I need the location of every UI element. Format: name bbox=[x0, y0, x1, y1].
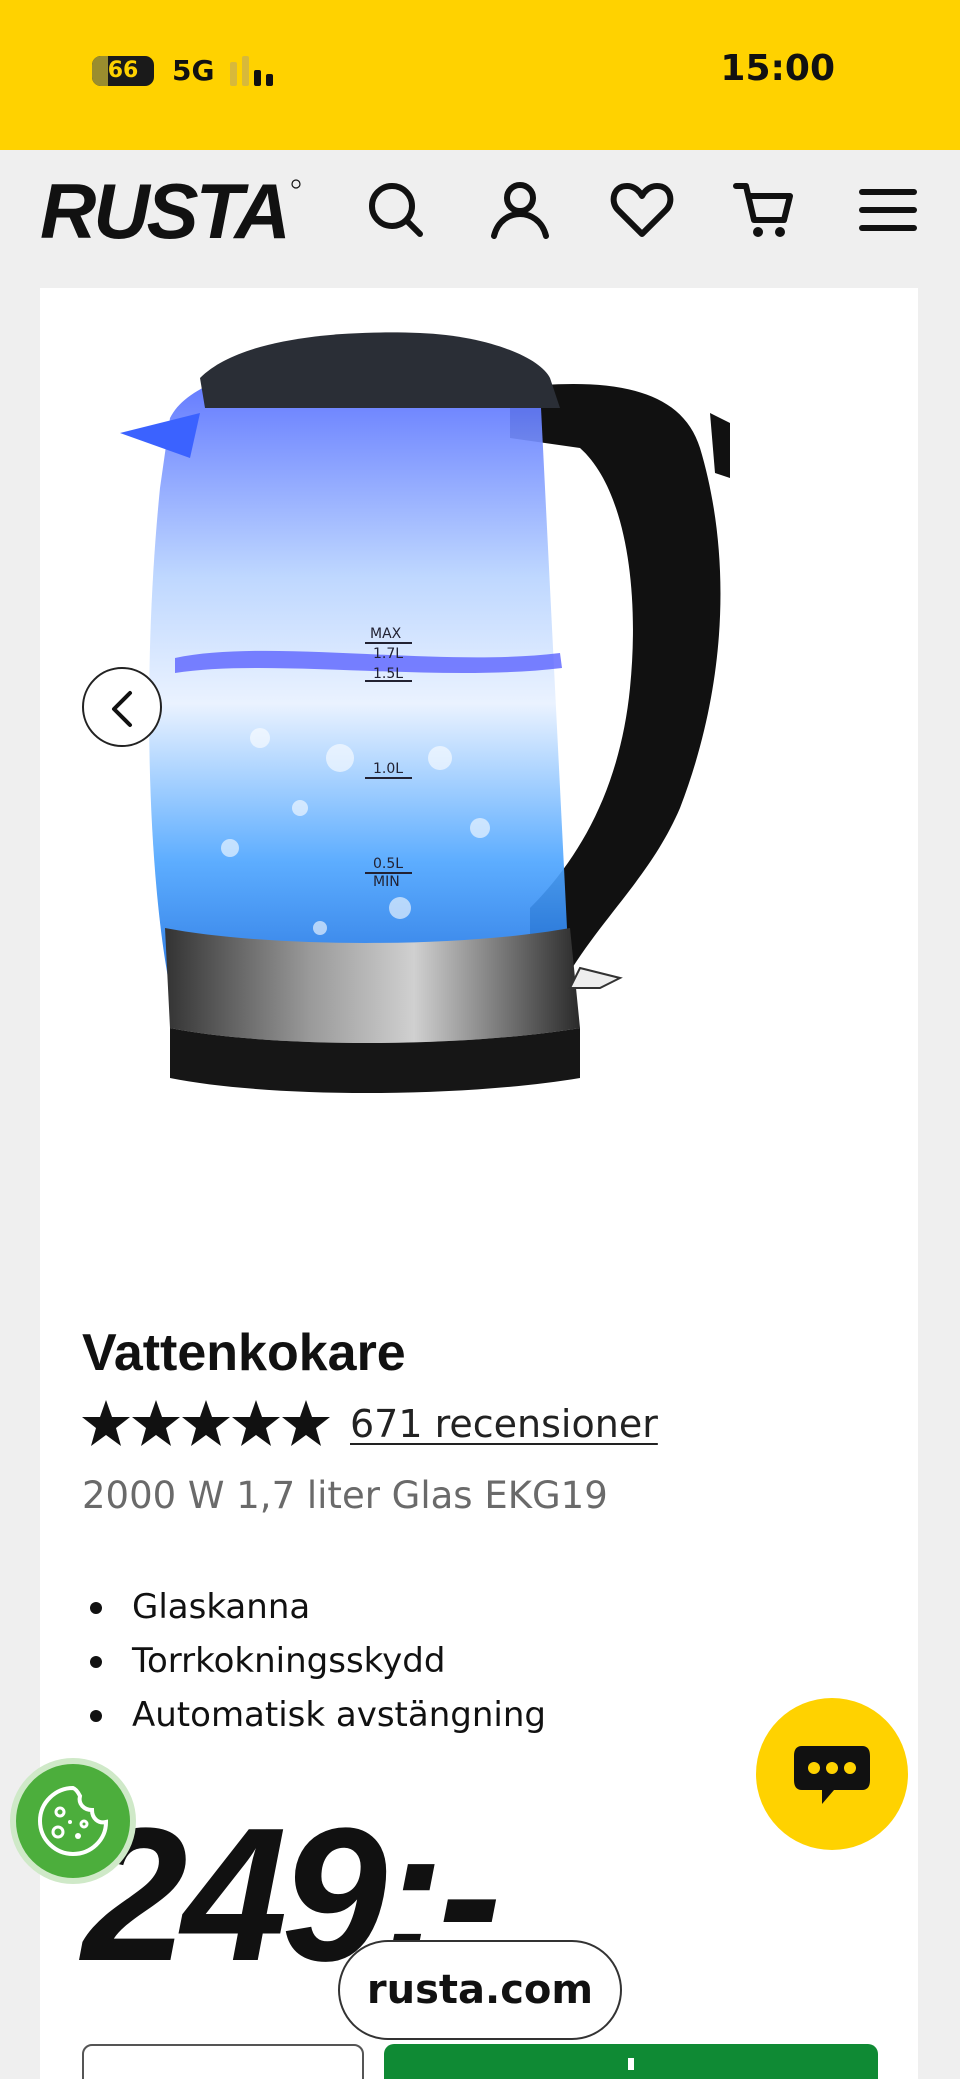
label-1-7l: 1.7L bbox=[373, 646, 403, 662]
logo-text: RUSTA bbox=[40, 170, 288, 250]
signal-icon bbox=[230, 56, 282, 86]
feature-item: Glaskanna bbox=[82, 1580, 546, 1634]
account-icon[interactable] bbox=[488, 178, 552, 242]
feature-item: Automatisk avstängning bbox=[82, 1688, 546, 1742]
status-bar: 66 5G 15:00 RUSTA bbox=[0, 0, 960, 250]
battery-level: 66 bbox=[107, 58, 139, 83]
clock: 15:00 bbox=[720, 48, 835, 89]
add-to-cart-button[interactable] bbox=[384, 2044, 878, 2079]
prev-image-button[interactable] bbox=[82, 667, 162, 747]
network-type: 5G bbox=[172, 54, 215, 87]
chat-icon bbox=[794, 1746, 870, 1804]
search-icon[interactable] bbox=[364, 178, 428, 242]
feature-item: Torrkokningsskydd bbox=[82, 1634, 546, 1688]
product-subtitle: 2000 W 1,7 liter Glas EKG19 bbox=[82, 1474, 608, 1517]
cookie-icon bbox=[37, 1785, 109, 1857]
cart-add-icon bbox=[628, 2058, 634, 2070]
url-bar[interactable]: rusta.com bbox=[338, 1940, 622, 2040]
label-1-5l: 1.5L bbox=[373, 666, 403, 682]
rusta-logo[interactable]: RUSTA bbox=[40, 170, 305, 250]
label-0-5l: 0.5L bbox=[373, 856, 403, 872]
chevron-left-icon bbox=[112, 691, 132, 727]
label-1-0l: 1.0L bbox=[373, 761, 403, 777]
label-min: MIN bbox=[373, 874, 400, 890]
feature-list: Glaskanna Torrkokningsskydd Automatisk a… bbox=[82, 1580, 546, 1742]
battery-indicator: 66 bbox=[92, 56, 154, 86]
rating-stars bbox=[82, 1400, 330, 1446]
label-max: MAX bbox=[370, 626, 402, 642]
quantity-selector[interactable] bbox=[82, 2044, 364, 2079]
reviews-link[interactable]: 671 recensioner bbox=[350, 1402, 658, 1446]
cookie-settings-button[interactable] bbox=[10, 1758, 136, 1884]
menu-icon[interactable] bbox=[856, 178, 920, 242]
product-title: Vattenkokare bbox=[82, 1324, 406, 1382]
chat-button[interactable] bbox=[756, 1698, 908, 1850]
product-image[interactable]: MAX 1.7L 1.5L 1.0L 0.5L MIN bbox=[40, 288, 918, 1148]
cart-icon[interactable] bbox=[732, 178, 796, 242]
heart-icon[interactable] bbox=[610, 178, 674, 242]
